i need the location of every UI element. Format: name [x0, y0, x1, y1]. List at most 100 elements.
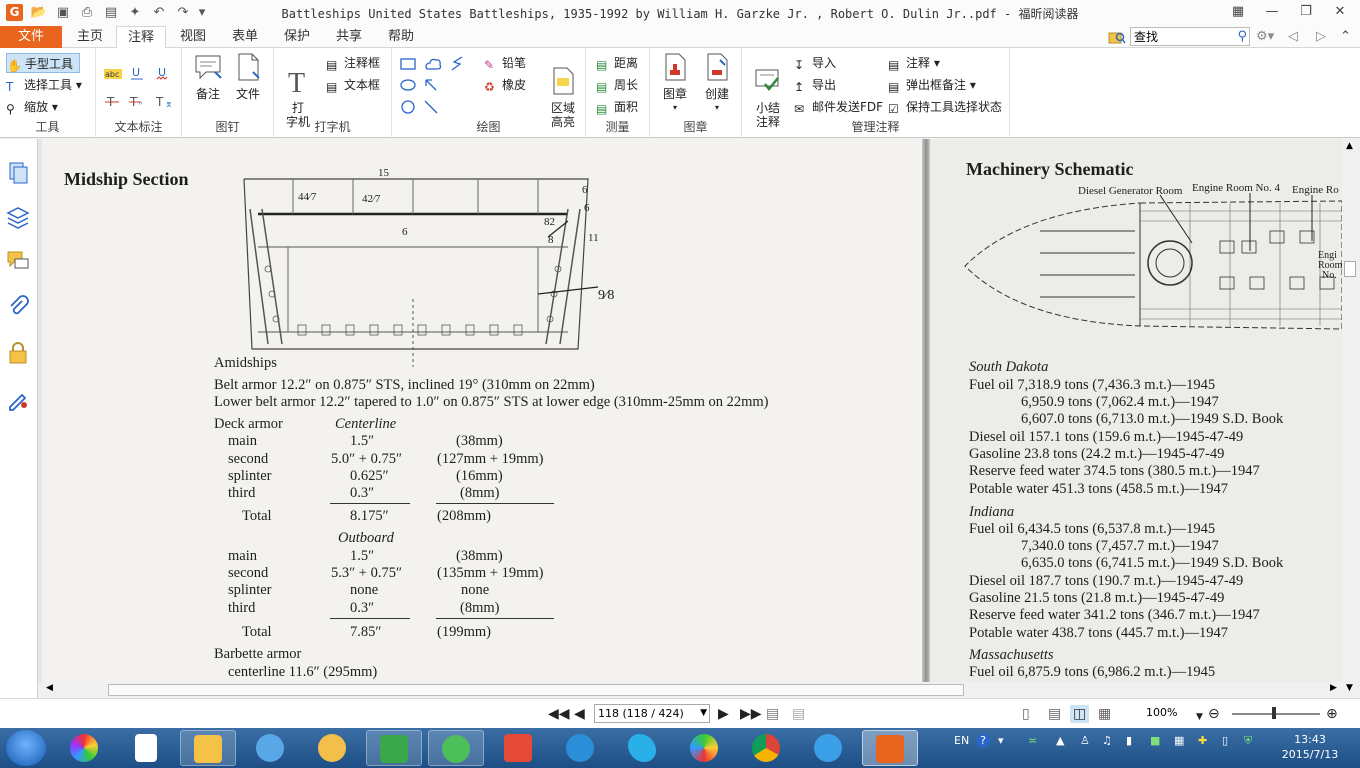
zoom-slider-knob[interactable] — [1272, 707, 1276, 719]
stamp-dropdown-icon[interactable]: ▾ — [656, 101, 694, 115]
first-page-icon[interactable]: ◀◀ — [548, 705, 570, 723]
oval-icon[interactable] — [400, 79, 416, 91]
continuous-page-icon[interactable]: ▤ — [1048, 705, 1061, 723]
close-button[interactable]: ✕ — [1326, 2, 1354, 22]
volume-icon[interactable]: ♫ — [1102, 734, 1112, 747]
zoom-in-icon[interactable]: ⊕ — [1326, 705, 1338, 723]
zoom-dropdown-icon[interactable]: ▼ — [1196, 708, 1203, 726]
taskbar-app-paint[interactable] — [304, 730, 360, 766]
taskbar-app-browser[interactable] — [428, 730, 484, 766]
eraser-button[interactable]: ♻ 橡皮 — [484, 75, 526, 95]
create-stamp-button[interactable]: 创建 ▾ — [698, 52, 736, 115]
line-icon[interactable] — [424, 100, 438, 114]
input-language[interactable]: EN — [954, 734, 969, 747]
zoom-slider[interactable] — [1232, 713, 1320, 715]
back-arrow-icon[interactable]: ◁ — [1288, 28, 1298, 46]
continuous-facing-icon[interactable]: ▦ — [1098, 705, 1111, 723]
tab-home[interactable]: 主页 — [66, 26, 114, 48]
vertical-scroll-thumb[interactable] — [1344, 261, 1356, 277]
cloud-icon[interactable] — [424, 57, 442, 71]
export-button[interactable]: ↥ 导出 — [794, 75, 836, 95]
single-page-icon[interactable]: ▯ — [1022, 705, 1030, 723]
settings-gear-icon[interactable]: ⚙▾ — [1256, 28, 1274, 46]
page-number-input[interactable]: 118 (118 / 424) ▼ — [594, 704, 710, 723]
pencil-button[interactable]: ✎ 铅笔 — [484, 53, 526, 73]
properties-icon[interactable]: ▤ — [102, 4, 120, 22]
show-hidden-icons[interactable]: ▲ — [1056, 734, 1064, 747]
last-page-icon[interactable]: ▶▶ — [740, 705, 762, 723]
taskbar-app-network[interactable] — [242, 730, 298, 766]
nvidia-icon[interactable]: ■ — [1150, 734, 1160, 747]
horizontal-scroll-thumb[interactable] — [108, 684, 964, 696]
vertical-scrollbar[interactable]: ▲ ▼ — [1342, 139, 1360, 697]
hand-tool-button[interactable]: ✋ 手型工具 — [6, 53, 80, 73]
search-icon[interactable]: ⚲ — [1237, 29, 1247, 44]
collapse-ribbon-icon[interactable]: ⌃ — [1340, 28, 1351, 46]
add-icon[interactable]: ✚ — [1198, 734, 1207, 747]
distance-button[interactable]: ▤ 距离 — [596, 53, 638, 73]
taskbar-app-foxit[interactable] — [862, 730, 918, 766]
textbox-button[interactable]: ▤ 文本框 — [326, 75, 380, 95]
attachments-icon[interactable] — [6, 295, 30, 319]
scroll-right-icon[interactable]: ▶ — [1330, 683, 1337, 693]
zoom-level[interactable]: 100% — [1146, 706, 1177, 719]
callout-button[interactable]: ▤ 注释框 — [326, 53, 380, 73]
popup-notes-button[interactable]: ▤ 弹出框备注 ▾ — [888, 75, 976, 95]
user-icon[interactable]: ♙ — [1080, 734, 1090, 747]
select-tool-button[interactable]: T 选择工具 ▾ — [6, 75, 82, 95]
security-lock-icon[interactable] — [6, 341, 30, 365]
tab-help[interactable]: 帮助 — [376, 26, 426, 48]
taskbar-app-explorer[interactable] — [180, 730, 236, 766]
taskbar-clock[interactable]: 13:43 2015/7/13 — [1270, 732, 1350, 762]
polyline-icon[interactable] — [450, 56, 464, 72]
wifi-icon[interactable]: ≍ — [1028, 734, 1037, 747]
keyboard-icon[interactable]: ▦ — [1174, 734, 1184, 747]
facing-page-icon[interactable]: ◫ — [1070, 705, 1090, 723]
highlight-text-icon[interactable]: abc — [104, 66, 122, 80]
taskbar-app-chrome[interactable] — [738, 730, 794, 766]
scroll-down-icon[interactable]: ▼ — [1346, 683, 1353, 693]
import-button[interactable]: ↧ 导入 — [794, 53, 836, 73]
search-input[interactable] — [1131, 28, 1227, 45]
scroll-left-icon[interactable]: ◀ — [46, 683, 53, 693]
perimeter-button[interactable]: ▤ 周长 — [596, 75, 638, 95]
taskbar-app-document[interactable] — [118, 730, 174, 766]
tab-protect[interactable]: 保护 — [272, 26, 322, 48]
keep-tool-selected-checkbox[interactable]: ☑ 保持工具选择状态 — [888, 97, 1002, 117]
taskbar-app-k[interactable] — [552, 730, 608, 766]
battery-icon[interactable]: ▯ — [1222, 734, 1228, 747]
create-dropdown-icon[interactable]: ▾ — [698, 101, 736, 115]
taskbar-app-ie[interactable] — [800, 730, 856, 766]
start-button[interactable] — [6, 730, 46, 766]
replace-text-icon[interactable]: Tⁿ — [128, 94, 146, 108]
attach-file-button[interactable]: 文件 — [230, 52, 266, 101]
taskbar-app-game[interactable] — [366, 730, 422, 766]
minimize-button[interactable]: — — [1258, 2, 1286, 22]
note-button[interactable]: 备注 — [190, 52, 226, 101]
insert-text-icon[interactable]: T ⌆ — [154, 94, 172, 108]
tab-form[interactable]: 表单 — [220, 26, 270, 48]
print-icon[interactable]: ⎙ — [78, 4, 96, 22]
previous-view-icon[interactable]: ▤ — [766, 705, 779, 723]
ime-options-icon[interactable]: ▾ — [998, 734, 1004, 747]
zoom-out-icon[interactable]: ⊖ — [1208, 705, 1220, 723]
circle-icon[interactable] — [400, 100, 416, 114]
signature-pen-icon[interactable] — [6, 387, 30, 411]
underline-icon[interactable]: U — [130, 66, 144, 80]
tab-comment[interactable]: 注释 — [116, 26, 166, 49]
redo-icon[interactable]: ↷ — [174, 4, 192, 22]
area-button[interactable]: ▤ 面积 — [596, 97, 638, 117]
taskbar-app-media[interactable] — [490, 730, 546, 766]
comments-dropdown-button[interactable]: ▤ 注释 ▾ — [888, 53, 940, 73]
pages-icon[interactable] — [6, 161, 30, 185]
zoom-tool-button[interactable]: ⚲ 缩放 ▾ — [6, 97, 58, 117]
scroll-up-icon[interactable]: ▲ — [1346, 141, 1353, 151]
taskbar-app-bird[interactable] — [614, 730, 670, 766]
open-folder-icon[interactable]: 📂 — [30, 4, 48, 22]
new-doc-icon[interactable]: ✦ — [126, 4, 144, 22]
tab-view[interactable]: 视图 — [168, 26, 218, 48]
layers-icon[interactable] — [6, 205, 30, 229]
customize-dropdown-icon[interactable]: ▾ — [196, 4, 208, 22]
next-view-icon[interactable]: ▤ — [792, 705, 805, 723]
email-fdf-button[interactable]: ✉ 邮件发送FDF — [794, 97, 883, 117]
